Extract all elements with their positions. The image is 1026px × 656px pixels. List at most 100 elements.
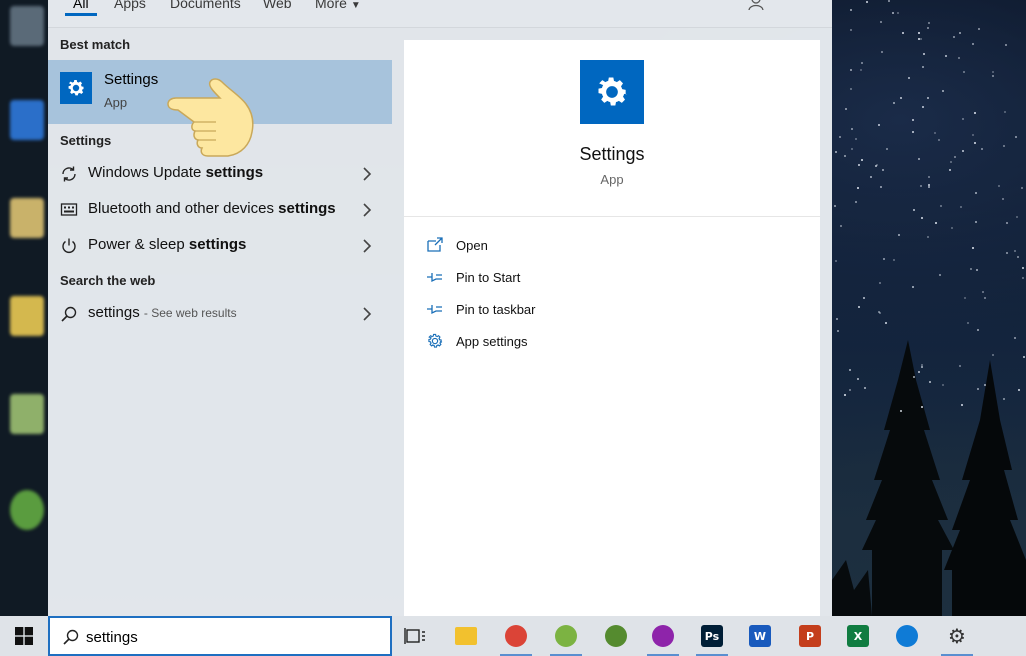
star-decoration (857, 163, 860, 166)
task-view-icon[interactable] (404, 626, 426, 646)
taskbar-app-button[interactable]: P (788, 616, 832, 656)
action-open[interactable]: Open (426, 236, 806, 258)
taskbar-app-button[interactable]: W (738, 616, 782, 656)
taskbar-app-button[interactable] (494, 616, 538, 656)
star-decoration (859, 69, 862, 72)
result-label: Bluetooth and other devices settings (88, 200, 336, 217)
windows-logo-icon (15, 627, 33, 645)
star-decoration (896, 11, 899, 14)
file-explorer-icon (455, 627, 477, 645)
star-decoration (991, 354, 994, 357)
best-match-title: Settings (104, 71, 159, 88)
desktop-shortcut-icon[interactable] (10, 100, 44, 140)
star-decoration (912, 209, 915, 211)
star-decoration (927, 96, 930, 99)
result-windows-update-settings[interactable]: Windows Update settings (48, 156, 392, 192)
taskbar-app-button[interactable]: Ps (690, 616, 734, 656)
star-decoration (850, 68, 853, 71)
desktop-shortcut-icon[interactable] (10, 198, 44, 238)
star-decoration (934, 132, 937, 135)
tab-more[interactable]: More ▼ (315, 0, 361, 22)
refresh-icon (62, 166, 76, 182)
star-decoration (913, 375, 916, 378)
star-decoration (912, 131, 915, 134)
star-decoration (974, 141, 977, 144)
star-decoration (881, 168, 884, 171)
star-decoration (935, 221, 938, 224)
star-decoration (1001, 197, 1004, 200)
tab-all[interactable]: All (65, 0, 96, 22)
star-decoration (984, 297, 987, 300)
star-decoration (880, 186, 883, 189)
star-decoration (1021, 187, 1024, 190)
action-pin-to-start[interactable]: Pin to Start (426, 268, 806, 290)
search-results-list: Best match Settings App Settings Windows… (48, 28, 392, 616)
star-decoration (1006, 251, 1009, 254)
result-web-search[interactable]: settings - See web results (48, 296, 392, 332)
desktop-shortcut-icon[interactable] (10, 394, 44, 434)
star-decoration (844, 107, 847, 110)
star-decoration (971, 134, 974, 137)
best-match-settings[interactable]: Settings App (48, 60, 392, 157)
star-decoration (880, 51, 883, 54)
chevron-right-icon[interactable] (362, 238, 372, 254)
star-decoration (834, 260, 837, 263)
taskbar-search-box[interactable] (48, 616, 392, 656)
search-filter-tabs: All Apps Documents Web More▼ ··· (48, 0, 832, 28)
taskbar-app-button[interactable] (594, 616, 638, 656)
tab-label: Apps (114, 0, 146, 11)
star-decoration (834, 204, 837, 207)
star-decoration (892, 258, 895, 261)
power-icon (62, 238, 76, 253)
desktop-shortcut-icon[interactable] (10, 490, 44, 530)
star-decoration (861, 61, 864, 64)
star-decoration (942, 90, 945, 93)
feedback-icon[interactable] (748, 0, 768, 10)
taskbar-app-button[interactable]: X (836, 616, 880, 656)
taskbar-app-button[interactable] (885, 616, 929, 656)
star-decoration (967, 321, 970, 324)
chevron-right-icon[interactable] (362, 306, 372, 322)
search-input[interactable] (86, 626, 376, 648)
star-decoration (1014, 250, 1017, 253)
tab-label: Web (263, 0, 292, 11)
star-decoration (863, 296, 866, 299)
edge-icon (896, 625, 918, 647)
star-decoration (850, 148, 853, 151)
search-web-heading: Search the web (60, 273, 156, 288)
star-decoration (1015, 136, 1018, 139)
taskbar-app-button[interactable]: ⚙ (935, 616, 979, 656)
star-decoration (928, 380, 931, 383)
star-decoration (850, 88, 853, 91)
star-decoration (945, 55, 948, 58)
star-decoration (1022, 276, 1025, 279)
tab-documents[interactable]: Documents (170, 0, 241, 22)
star-decoration (950, 226, 953, 229)
star-decoration (907, 77, 910, 80)
star-decoration (927, 235, 930, 238)
result-bluetooth-settings[interactable]: Bluetooth and other devices settings (48, 192, 392, 228)
app-detail-pane: Settings App Open Pin to Start Pin to ta… (404, 40, 820, 616)
star-decoration (922, 105, 925, 108)
star-decoration (917, 158, 920, 161)
chevron-right-icon[interactable] (362, 166, 372, 182)
taskbar-app-button[interactable] (544, 616, 588, 656)
action-pin-to-taskbar[interactable]: Pin to taskbar (426, 300, 806, 322)
star-decoration (959, 206, 962, 209)
star-decoration (926, 26, 929, 29)
more-options-icon[interactable]: ··· (792, 0, 811, 8)
tab-web[interactable]: Web (263, 0, 292, 22)
desktop-shortcut-icon[interactable] (10, 6, 44, 46)
action-app-settings[interactable]: App settings (426, 332, 806, 354)
desktop-shortcut-icon[interactable] (10, 296, 44, 336)
word-icon: W (749, 625, 771, 647)
tab-apps[interactable]: Apps (114, 0, 146, 22)
taskbar-app-button[interactable] (641, 616, 685, 656)
taskbar-app-button[interactable] (444, 616, 488, 656)
chevron-right-icon[interactable] (362, 202, 372, 218)
start-button[interactable] (0, 616, 48, 656)
star-decoration (1022, 266, 1025, 269)
result-power-sleep-settings[interactable]: Power & sleep settings (48, 228, 392, 264)
start-search-panel: All Apps Documents Web More▼ ··· Best ma… (48, 0, 832, 616)
taskbar: Ps W P X ⚙ (0, 616, 1026, 656)
